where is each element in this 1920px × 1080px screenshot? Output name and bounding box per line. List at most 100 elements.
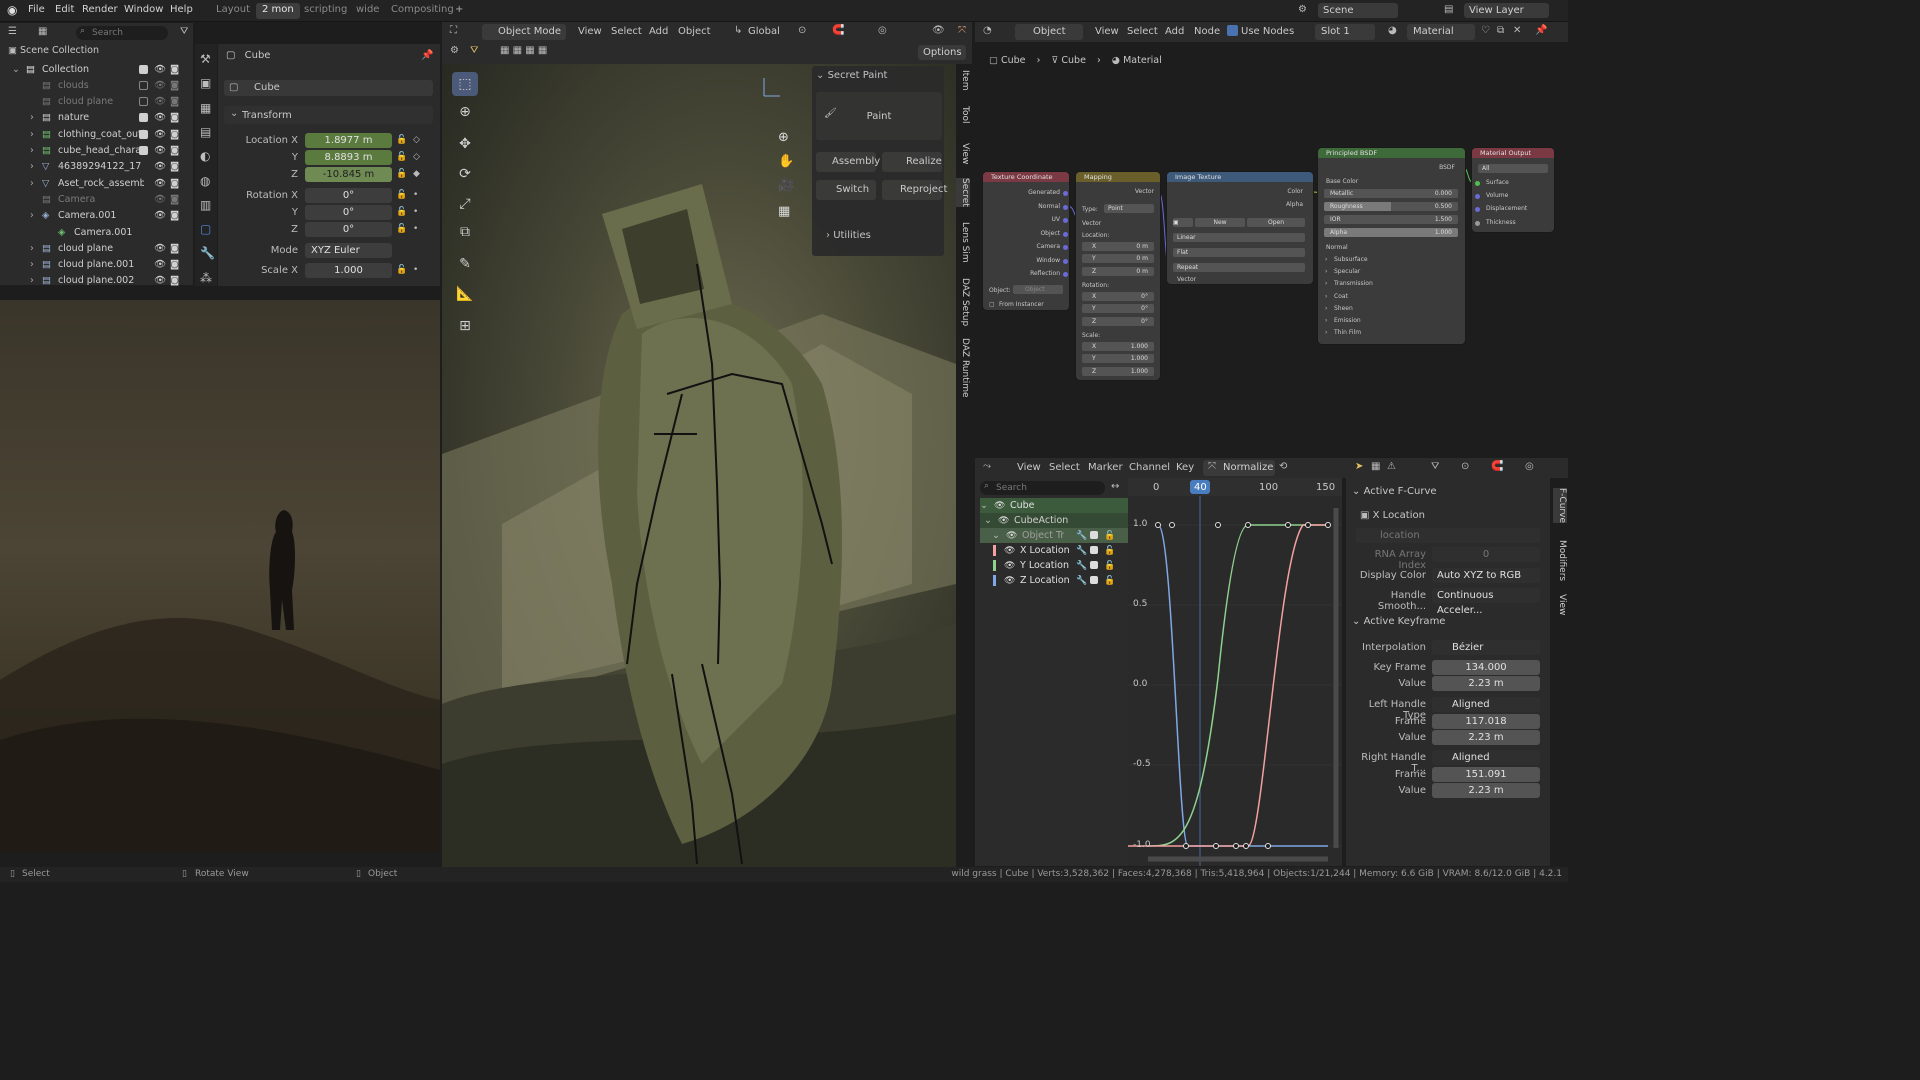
sidebar-tab[interactable]: Item <box>956 70 970 91</box>
options-dropdown[interactable]: Options <box>918 45 966 60</box>
output-socket[interactable] <box>1063 272 1068 277</box>
location-z-field[interactable]: -10.845 m <box>305 167 392 182</box>
node-menu-add[interactable]: Add <box>1165 26 1184 37</box>
open-image-button[interactable]: Open <box>1247 218 1305 227</box>
keyframe-point[interactable] <box>1265 843 1271 849</box>
node-editor-canvas[interactable]: ▢ Cube › ⊽ Cube › ◕ Material Texture Coo… <box>975 42 1568 452</box>
graph-menu-select[interactable]: Select <box>1049 462 1080 473</box>
assembly-button[interactable]: Assembly <box>816 152 880 172</box>
viewport-menu-select[interactable]: Select <box>611 26 642 37</box>
pivot-icon[interactable]: ⊙ <box>1461 461 1469 472</box>
measure-tool-icon[interactable]: 📐 <box>452 282 478 306</box>
view-layer-icon[interactable]: ▤ <box>1444 4 1453 15</box>
workspace-tab-scripting[interactable]: scripting <box>298 3 353 19</box>
modifier-wrench-icon[interactable]: 🔧 <box>1076 531 1087 541</box>
roughness-field[interactable]: Roughness 0.500 <box>1324 202 1458 211</box>
lock-icon[interactable]: 🔓 <box>1104 531 1115 541</box>
outliner-row[interactable]: › ▤ clothing_coat_outf 👁 ◙ <box>0 126 190 142</box>
keyframe-point[interactable] <box>1183 843 1189 849</box>
bsdf-panel-toggle[interactable]: Subsurface <box>1334 256 1368 263</box>
proportional-edit-icon[interactable]: ◎ <box>878 25 887 36</box>
eye-icon[interactable]: 👁 <box>154 243 166 254</box>
scale-x-field[interactable]: 1.000 <box>305 263 392 278</box>
menu-window[interactable]: Window <box>124 4 163 15</box>
input-socket[interactable] <box>1475 220 1480 226</box>
camera-icon[interactable]: ◙ <box>170 96 179 107</box>
copy-icon[interactable]: ⧉ <box>1497 25 1504 36</box>
visibility-icon[interactable]: 👁 <box>932 25 945 36</box>
sidebar-tab[interactable]: Lens Sim <box>956 222 970 263</box>
sidebar-tab[interactable]: Secret <box>956 178 970 207</box>
extension-dropdown[interactable]: Repeat <box>1173 263 1305 272</box>
grid-view-icon[interactable]: ▦ <box>778 204 790 219</box>
camera-icon[interactable]: ◙ <box>170 275 179 286</box>
visibility-eye-icon[interactable]: 👁 <box>998 516 1009 526</box>
mute-checkbox[interactable] <box>1090 561 1098 569</box>
swap-icon[interactable]: ↔ <box>1111 481 1119 492</box>
scene-selector[interactable]: Scene <box>1318 3 1398 18</box>
node-menu-node[interactable]: Node <box>1194 26 1220 37</box>
keyframe-point[interactable] <box>1305 522 1311 528</box>
tool-icon[interactable]: ⚒ <box>200 52 211 66</box>
keyframe-icon[interactable]: ◆ <box>413 169 420 179</box>
exclude-checkbox[interactable] <box>139 64 148 74</box>
output-socket[interactable] <box>1063 218 1068 223</box>
material-output-node[interactable]: Material Output All Surface Volume Displac… <box>1472 148 1554 232</box>
outliner-row[interactable]: › ▽ 46389294122_17 👁 ◙ <box>0 159 190 175</box>
mapping-field[interactable]: Z 1.000 <box>1082 366 1154 376</box>
visibility-eye-icon[interactable]: 👁 <box>994 501 1005 511</box>
eye-icon[interactable]: 👁 <box>154 64 166 75</box>
graph-channel-row[interactable]: 👁 X Location 🔧 🔓 <box>980 543 1128 558</box>
type-dropdown[interactable]: Point <box>1104 204 1154 213</box>
mute-checkbox[interactable] <box>1090 531 1098 539</box>
exclude-checkbox[interactable] <box>139 129 148 139</box>
graph-area[interactable]: 0 40 100 150 1.0 0.5 0.0 -0.5 -1.0 <box>1128 478 1342 866</box>
proportional-edit-icon[interactable]: ◎ <box>1525 461 1534 472</box>
close-icon[interactable]: ✕ <box>1513 25 1521 36</box>
shader-type-dropdown[interactable]: Object <box>1015 24 1083 40</box>
rotation-y-field[interactable]: 0° <box>305 205 392 220</box>
keyframe-point[interactable] <box>1243 843 1249 849</box>
realize-button[interactable]: Realize <box>882 152 942 172</box>
mapping-field[interactable]: Z 0° <box>1082 316 1154 326</box>
shader-editor-icon[interactable]: ◔ <box>983 25 992 36</box>
camera-icon[interactable]: ◙ <box>170 259 179 270</box>
render-icon[interactable]: ▣ <box>200 76 211 90</box>
scale-tool-icon[interactable]: ⤢ <box>452 192 478 216</box>
add-workspace-icon[interactable]: + <box>455 4 463 15</box>
pin-icon[interactable]: 📌 <box>1535 25 1547 36</box>
object-name-field[interactable]: Cube <box>224 80 433 96</box>
gizmo-icon[interactable]: ⤧ <box>958 25 966 36</box>
menu-edit[interactable]: Edit <box>55 4 74 15</box>
node-menu-view[interactable]: View <box>1095 26 1119 37</box>
eye-icon[interactable]: 👁 <box>154 112 166 123</box>
mapping-field[interactable]: Y 0° <box>1082 304 1154 314</box>
output-socket[interactable] <box>1063 231 1068 237</box>
keyframe-icon[interactable]: • <box>413 207 418 217</box>
camera-icon[interactable]: ◙ <box>170 64 179 75</box>
eye-icon[interactable]: 👁 <box>154 210 166 221</box>
active-fcurve-header[interactable]: ⌄ Active F-Curve <box>1352 486 1437 497</box>
keyframe-icon[interactable]: ◇ <box>413 152 420 162</box>
right-value-field[interactable]: 2.23 m <box>1432 783 1540 798</box>
workspace-tab-compositing[interactable]: Compositing <box>385 3 460 19</box>
viewport-menu-add[interactable]: Add <box>649 26 668 37</box>
lock-icon[interactable]: 🔓 <box>396 224 407 234</box>
visibility-eye-icon[interactable]: 👁 <box>1004 561 1015 571</box>
mapping-node[interactable]: Mapping Vector Type: Point Vector Locati… <box>1076 172 1160 380</box>
camera-view-icon[interactable]: 🎥 <box>778 178 794 193</box>
keyframe-point[interactable] <box>1169 522 1175 528</box>
left-value-field[interactable]: 2.23 m <box>1432 730 1540 745</box>
chevron-right-icon[interactable]: › <box>30 178 34 189</box>
camera-icon[interactable]: ◙ <box>170 210 179 221</box>
lock-icon[interactable]: 🔓 <box>1104 561 1115 571</box>
outliner-row[interactable]: › ▽ Aset_rock_assemb 👁 ◙ <box>0 175 190 191</box>
utilities-section[interactable]: › Utilities <box>826 230 871 241</box>
texture-coordinate-node[interactable]: Texture Coordinate Generated Normal UV Obje… <box>983 172 1069 310</box>
errors-icon[interactable]: ⚠ <box>1387 461 1396 472</box>
chevron-down-icon[interactable]: ⌄ <box>12 64 20 75</box>
filter-icon[interactable]: ⛛ <box>470 45 478 56</box>
graph-menu-view[interactable]: View <box>1017 462 1041 473</box>
key-frame-field[interactable]: 134.000 <box>1432 660 1540 675</box>
outliner-row[interactable]: › ▤ cube_head_charac 👁 ◙ <box>0 143 190 159</box>
